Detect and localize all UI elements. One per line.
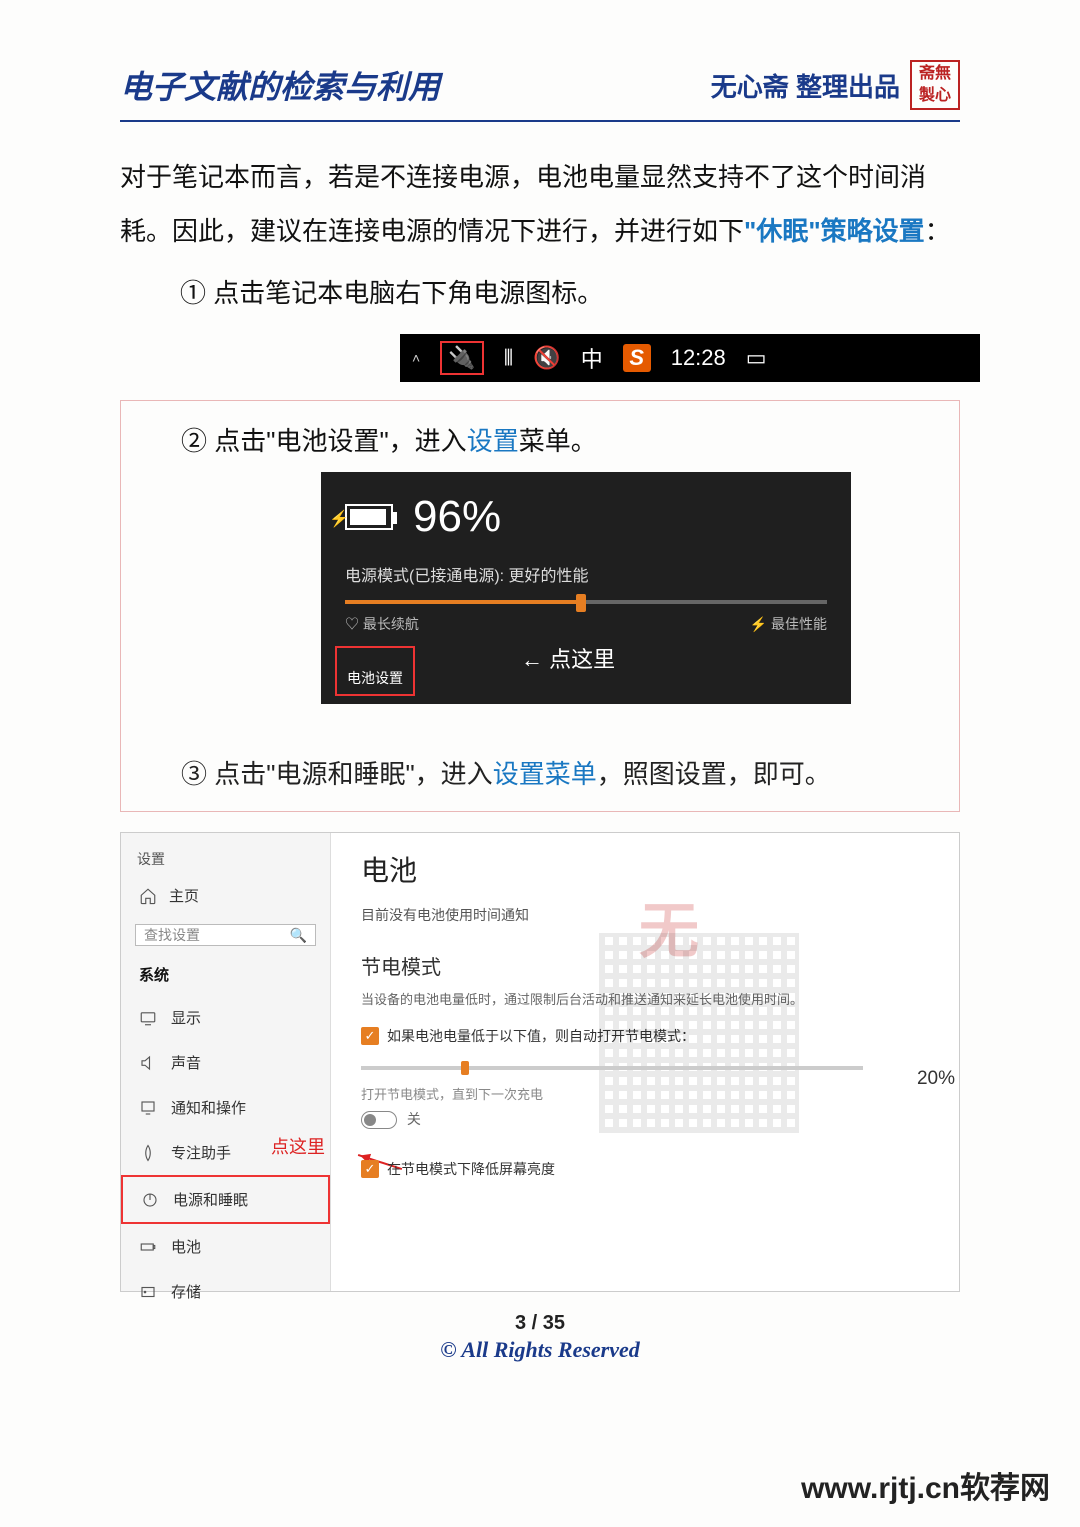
settings-content: 无 电池 目前没有电池使用时间通知 节电模式 当设备的电池电量低时，通过限制后台…	[331, 833, 959, 1291]
page-number: 3 / 35	[120, 1312, 960, 1335]
chevron-up-icon: ˄	[412, 350, 420, 366]
slider-left-label: ♡ 最长续航	[345, 614, 419, 634]
sidebar-item-display[interactable]: 显示	[121, 995, 330, 1040]
battery-notice-text: 目前没有电池使用时间通知	[361, 905, 931, 925]
document-header: 电子文献的检索与利用 无心斋 整理出品 斋無 製心	[120, 60, 960, 122]
step-3: ③ 点击"电源和睡眠"，进入设置菜单，照图设置，即可。	[181, 754, 929, 791]
battery-tray-icon[interactable]: 🔌	[440, 341, 483, 375]
sidebar-group-system: 系统	[121, 960, 330, 989]
notification-icon	[139, 1099, 157, 1117]
page-footer: 3 / 35 © All Rights Reserved	[120, 1312, 960, 1363]
click-here-annotation: ← 点这里	[521, 642, 615, 674]
settings-search-input[interactable]: 查找设置 🔍	[135, 924, 316, 946]
settings-window-screenshot: 设置 主页 查找设置 🔍 系统 显示 声音 通知和操作	[120, 832, 960, 1292]
intro-paragraph: 对于笔记本而言，若是不连接电源，电池电量显然支持不了这个时间消耗。因此，建议在连…	[120, 150, 960, 258]
doc-title: 电子文献的检索与利用	[120, 62, 440, 108]
doc-subtitle: 无心斋 整理出品 斋無 製心	[711, 60, 960, 110]
site-watermark: www.rjtj.cn软荐网	[801, 1463, 1050, 1507]
battery-percent: 96%	[413, 492, 501, 542]
seal-stamp: 斋無 製心	[910, 60, 960, 110]
taskbar-clock: 12:28	[671, 345, 726, 371]
battery-sidebar-icon	[139, 1238, 157, 1256]
checkbox-checked-icon[interactable]: ✓	[361, 1160, 379, 1178]
slider-thumb[interactable]	[576, 594, 586, 612]
sidebar-item-sound[interactable]: 声音	[121, 1040, 330, 1085]
power-icon	[141, 1191, 159, 1209]
qr-watermark	[599, 933, 799, 1133]
taskbar-screenshot: ˄ 🔌 ⦀ 🔇 中 S 12:28 ▭	[400, 334, 980, 382]
figure-box-1: ② 点击"电池设置"，进入设置菜单。 ⚡ 96% 电源模式(已接通电源): 更好…	[120, 400, 960, 812]
battery-settings-button[interactable]: 电池设置	[335, 646, 415, 696]
settings-sidebar: 设置 主页 查找设置 🔍 系统 显示 声音 通知和操作	[121, 833, 331, 1291]
step-1: ① 点击笔记本电脑右下角电源图标。	[180, 268, 960, 318]
toggle-off-icon[interactable]	[361, 1111, 397, 1129]
doc-author: 无心斋 整理出品	[711, 67, 900, 104]
sidebar-item-home[interactable]: 主页	[121, 873, 330, 918]
focus-icon	[139, 1144, 157, 1162]
click-here-red-annotation: 点这里	[271, 1133, 325, 1159]
display-icon	[139, 1009, 157, 1027]
lower-brightness-checkbox-row[interactable]: ✓ 在节电模式下降低屏幕亮度	[361, 1159, 931, 1179]
storage-icon	[139, 1283, 157, 1301]
sidebar-item-battery[interactable]: 电池	[121, 1224, 330, 1269]
copyright-line: © All Rights Reserved	[120, 1337, 960, 1363]
threshold-value: 20%	[917, 1068, 955, 1090]
threshold-slider[interactable]	[361, 1066, 863, 1070]
sidebar-item-storage[interactable]: 存储	[121, 1269, 330, 1314]
wifi-icon: ⦀	[504, 345, 514, 371]
sidebar-item-power-sleep[interactable]: 电源和睡眠	[121, 1175, 330, 1224]
power-mode-slider[interactable]	[345, 600, 827, 604]
plug-icon: 🔌	[448, 345, 475, 370]
settings-window-title: 设置	[121, 845, 330, 873]
battery-flyout-screenshot: ⚡ 96% 电源模式(已接通电源): 更好的性能 ♡ 最长续航 ⚡ 最佳性能 电…	[321, 472, 851, 704]
power-mode-label: 电源模式(已接通电源): 更好的性能	[345, 562, 827, 586]
battery-icon: ⚡	[345, 504, 393, 530]
search-placeholder: 查找设置	[144, 925, 200, 945]
checkbox-checked-icon[interactable]: ✓	[361, 1027, 379, 1045]
threshold-slider-thumb[interactable]	[461, 1061, 469, 1075]
slider-right-label: ⚡ 最佳性能	[750, 614, 827, 634]
leaf-icon: ♡	[345, 616, 359, 632]
settings-page-title: 电池	[361, 849, 931, 889]
lightning-icon: ⚡	[750, 616, 767, 632]
sogou-icon: S	[623, 344, 651, 372]
sidebar-item-notifications[interactable]: 通知和操作	[121, 1085, 330, 1130]
home-icon	[139, 887, 157, 905]
sound-icon	[139, 1054, 157, 1072]
charging-plug-icon: ⚡	[329, 509, 349, 529]
mute-icon: 🔇	[533, 345, 560, 371]
search-icon: 🔍	[290, 927, 307, 944]
step-2: ② 点击"电池设置"，进入设置菜单。	[181, 421, 929, 458]
ime-icon: 中	[581, 342, 603, 374]
action-center-icon: ▭	[746, 345, 767, 371]
